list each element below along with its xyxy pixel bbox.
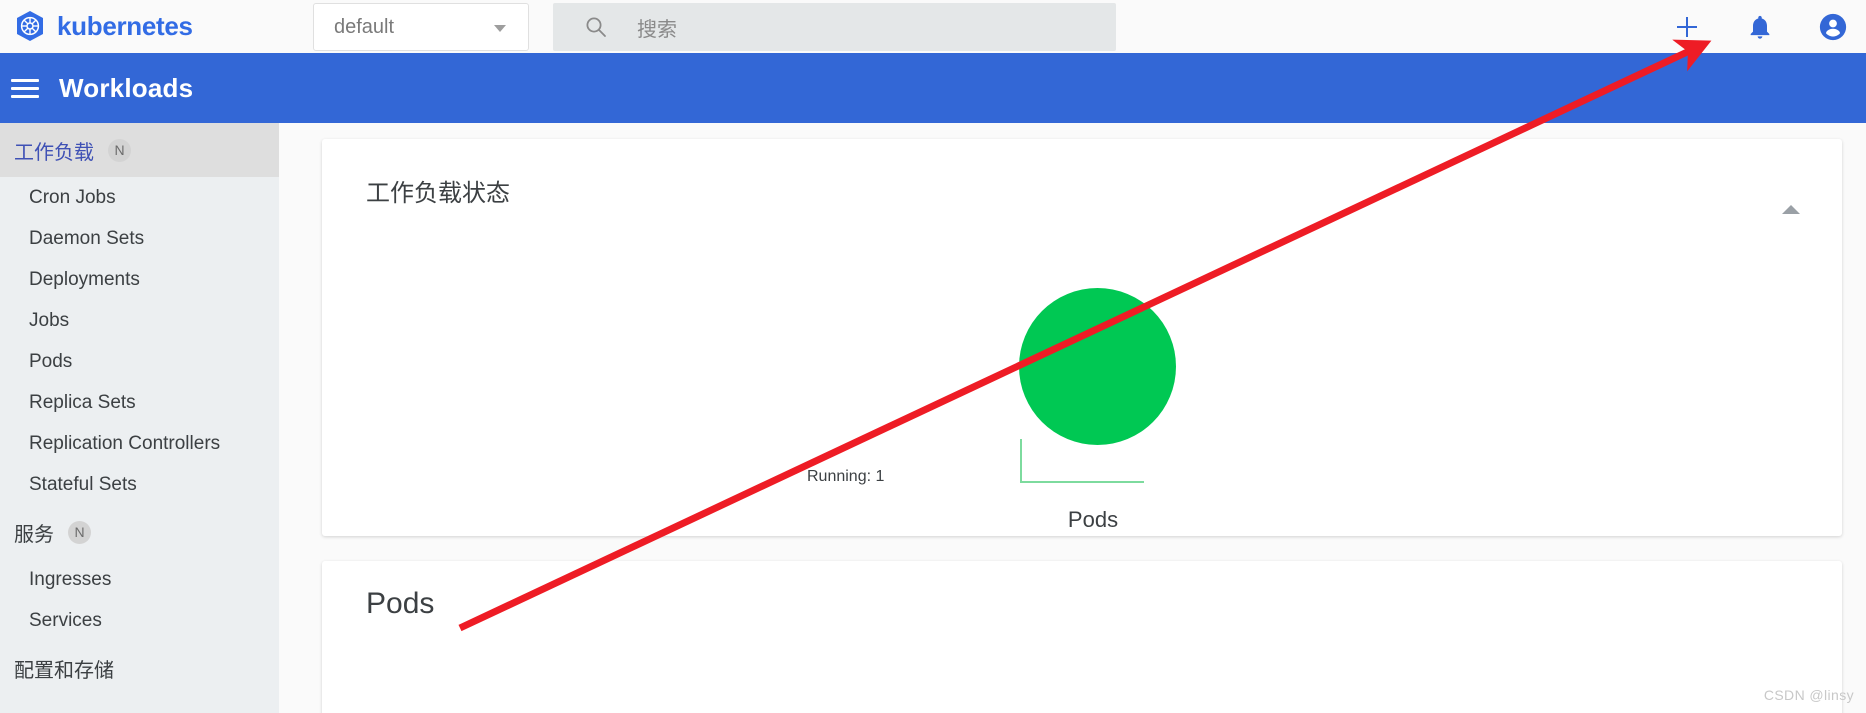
- sidebar-item-label: Daemon Sets: [29, 227, 145, 249]
- sidebar-group-services[interactable]: 服务 N: [0, 505, 279, 559]
- sidebar-item-cron-jobs[interactable]: Cron Jobs: [0, 177, 279, 218]
- sidebar-item-jobs[interactable]: Jobs: [0, 300, 279, 341]
- sidebar-group-label: 配置和存储: [14, 659, 114, 682]
- namespace-select[interactable]: default: [313, 3, 529, 51]
- page-header: Workloads: [0, 53, 1866, 123]
- pods-card: Pods: [322, 561, 1842, 713]
- top-bar-actions: [1672, 0, 1848, 53]
- account-circle-icon: [1819, 13, 1847, 40]
- hamburger-menu-icon[interactable]: [11, 74, 39, 103]
- sidebar-group-label: 工作负载: [14, 141, 94, 164]
- sidebar-item-label: Cron Jobs: [29, 186, 116, 208]
- sidebar-item-label: Stateful Sets: [29, 473, 137, 495]
- sidebar-item-label: Jobs: [29, 309, 70, 331]
- chart-caption-text: Pods: [1067, 507, 1119, 532]
- sidebar-item-stateful-sets[interactable]: Stateful Sets: [0, 464, 279, 505]
- sidebar-item-replica-sets[interactable]: Replica Sets: [0, 382, 279, 423]
- notifications-button[interactable]: [1745, 12, 1775, 42]
- sidebar-item-label: Pods: [29, 350, 73, 372]
- top-bar: kubernetes default 搜索: [0, 0, 1866, 53]
- kubernetes-helm-icon: [12, 9, 48, 45]
- main-content: 工作负载状态 Running: 1 Pods Pods: [279, 123, 1866, 713]
- search-icon: [585, 16, 607, 38]
- sidebar-item-pods[interactable]: Pods: [0, 341, 279, 382]
- sidebar-item-label: Deployments: [29, 268, 140, 290]
- chevron-down-icon: [494, 25, 506, 32]
- sidebar-item-deployments[interactable]: Deployments: [0, 259, 279, 300]
- brand-name: kubernetes: [57, 11, 193, 41]
- search-bar[interactable]: 搜索: [553, 3, 1116, 51]
- sidebar-item-label: Services: [29, 609, 102, 631]
- sidebar: 工作负载 N Cron Jobs Daemon Sets Deployments…: [0, 123, 279, 713]
- namespace-scope-badge: N: [108, 138, 131, 162]
- create-button[interactable]: [1672, 12, 1702, 42]
- pods-card-title: Pods: [366, 587, 435, 620]
- pie-slice-running[interactable]: [1019, 288, 1176, 445]
- sidebar-item-daemon-sets[interactable]: Daemon Sets: [0, 218, 279, 259]
- sidebar-group-workloads[interactable]: 工作负载 N: [0, 123, 279, 177]
- sidebar-item-ingresses[interactable]: Ingresses: [0, 559, 279, 600]
- pods-status-chart: Running: 1 Pods: [322, 139, 1842, 536]
- sidebar-item-label: Replica Sets: [29, 391, 136, 413]
- sidebar-item-replication-controllers[interactable]: Replication Controllers: [0, 423, 279, 464]
- account-button[interactable]: [1818, 12, 1848, 42]
- chart-caption: Pods: [322, 507, 1842, 533]
- pie-leader-line: [1020, 439, 1144, 483]
- namespace-select-value: default: [334, 15, 395, 38]
- sidebar-group-config-storage[interactable]: 配置和存储: [0, 641, 279, 695]
- dashboard-root: kubernetes default 搜索 Workloads 工作负载 N C…: [0, 0, 1866, 713]
- sidebar-item-label: Replication Controllers: [29, 432, 221, 454]
- pie-label-running: Running: 1: [807, 468, 885, 485]
- brand-logo-area[interactable]: kubernetes: [12, 9, 193, 45]
- search-input[interactable]: 搜索: [637, 13, 677, 42]
- watermark: CSDN @linsy: [1763, 687, 1854, 703]
- namespace-scope-badge: N: [68, 520, 91, 544]
- plus-icon: [1677, 16, 1697, 37]
- page-title: Workloads: [59, 72, 194, 103]
- sidebar-group-label: 服务: [14, 523, 54, 546]
- workload-status-card: 工作负载状态 Running: 1 Pods: [322, 139, 1842, 536]
- bell-icon: [1750, 15, 1770, 39]
- sidebar-item-services[interactable]: Services: [0, 600, 279, 641]
- sidebar-item-label: Ingresses: [29, 568, 112, 590]
